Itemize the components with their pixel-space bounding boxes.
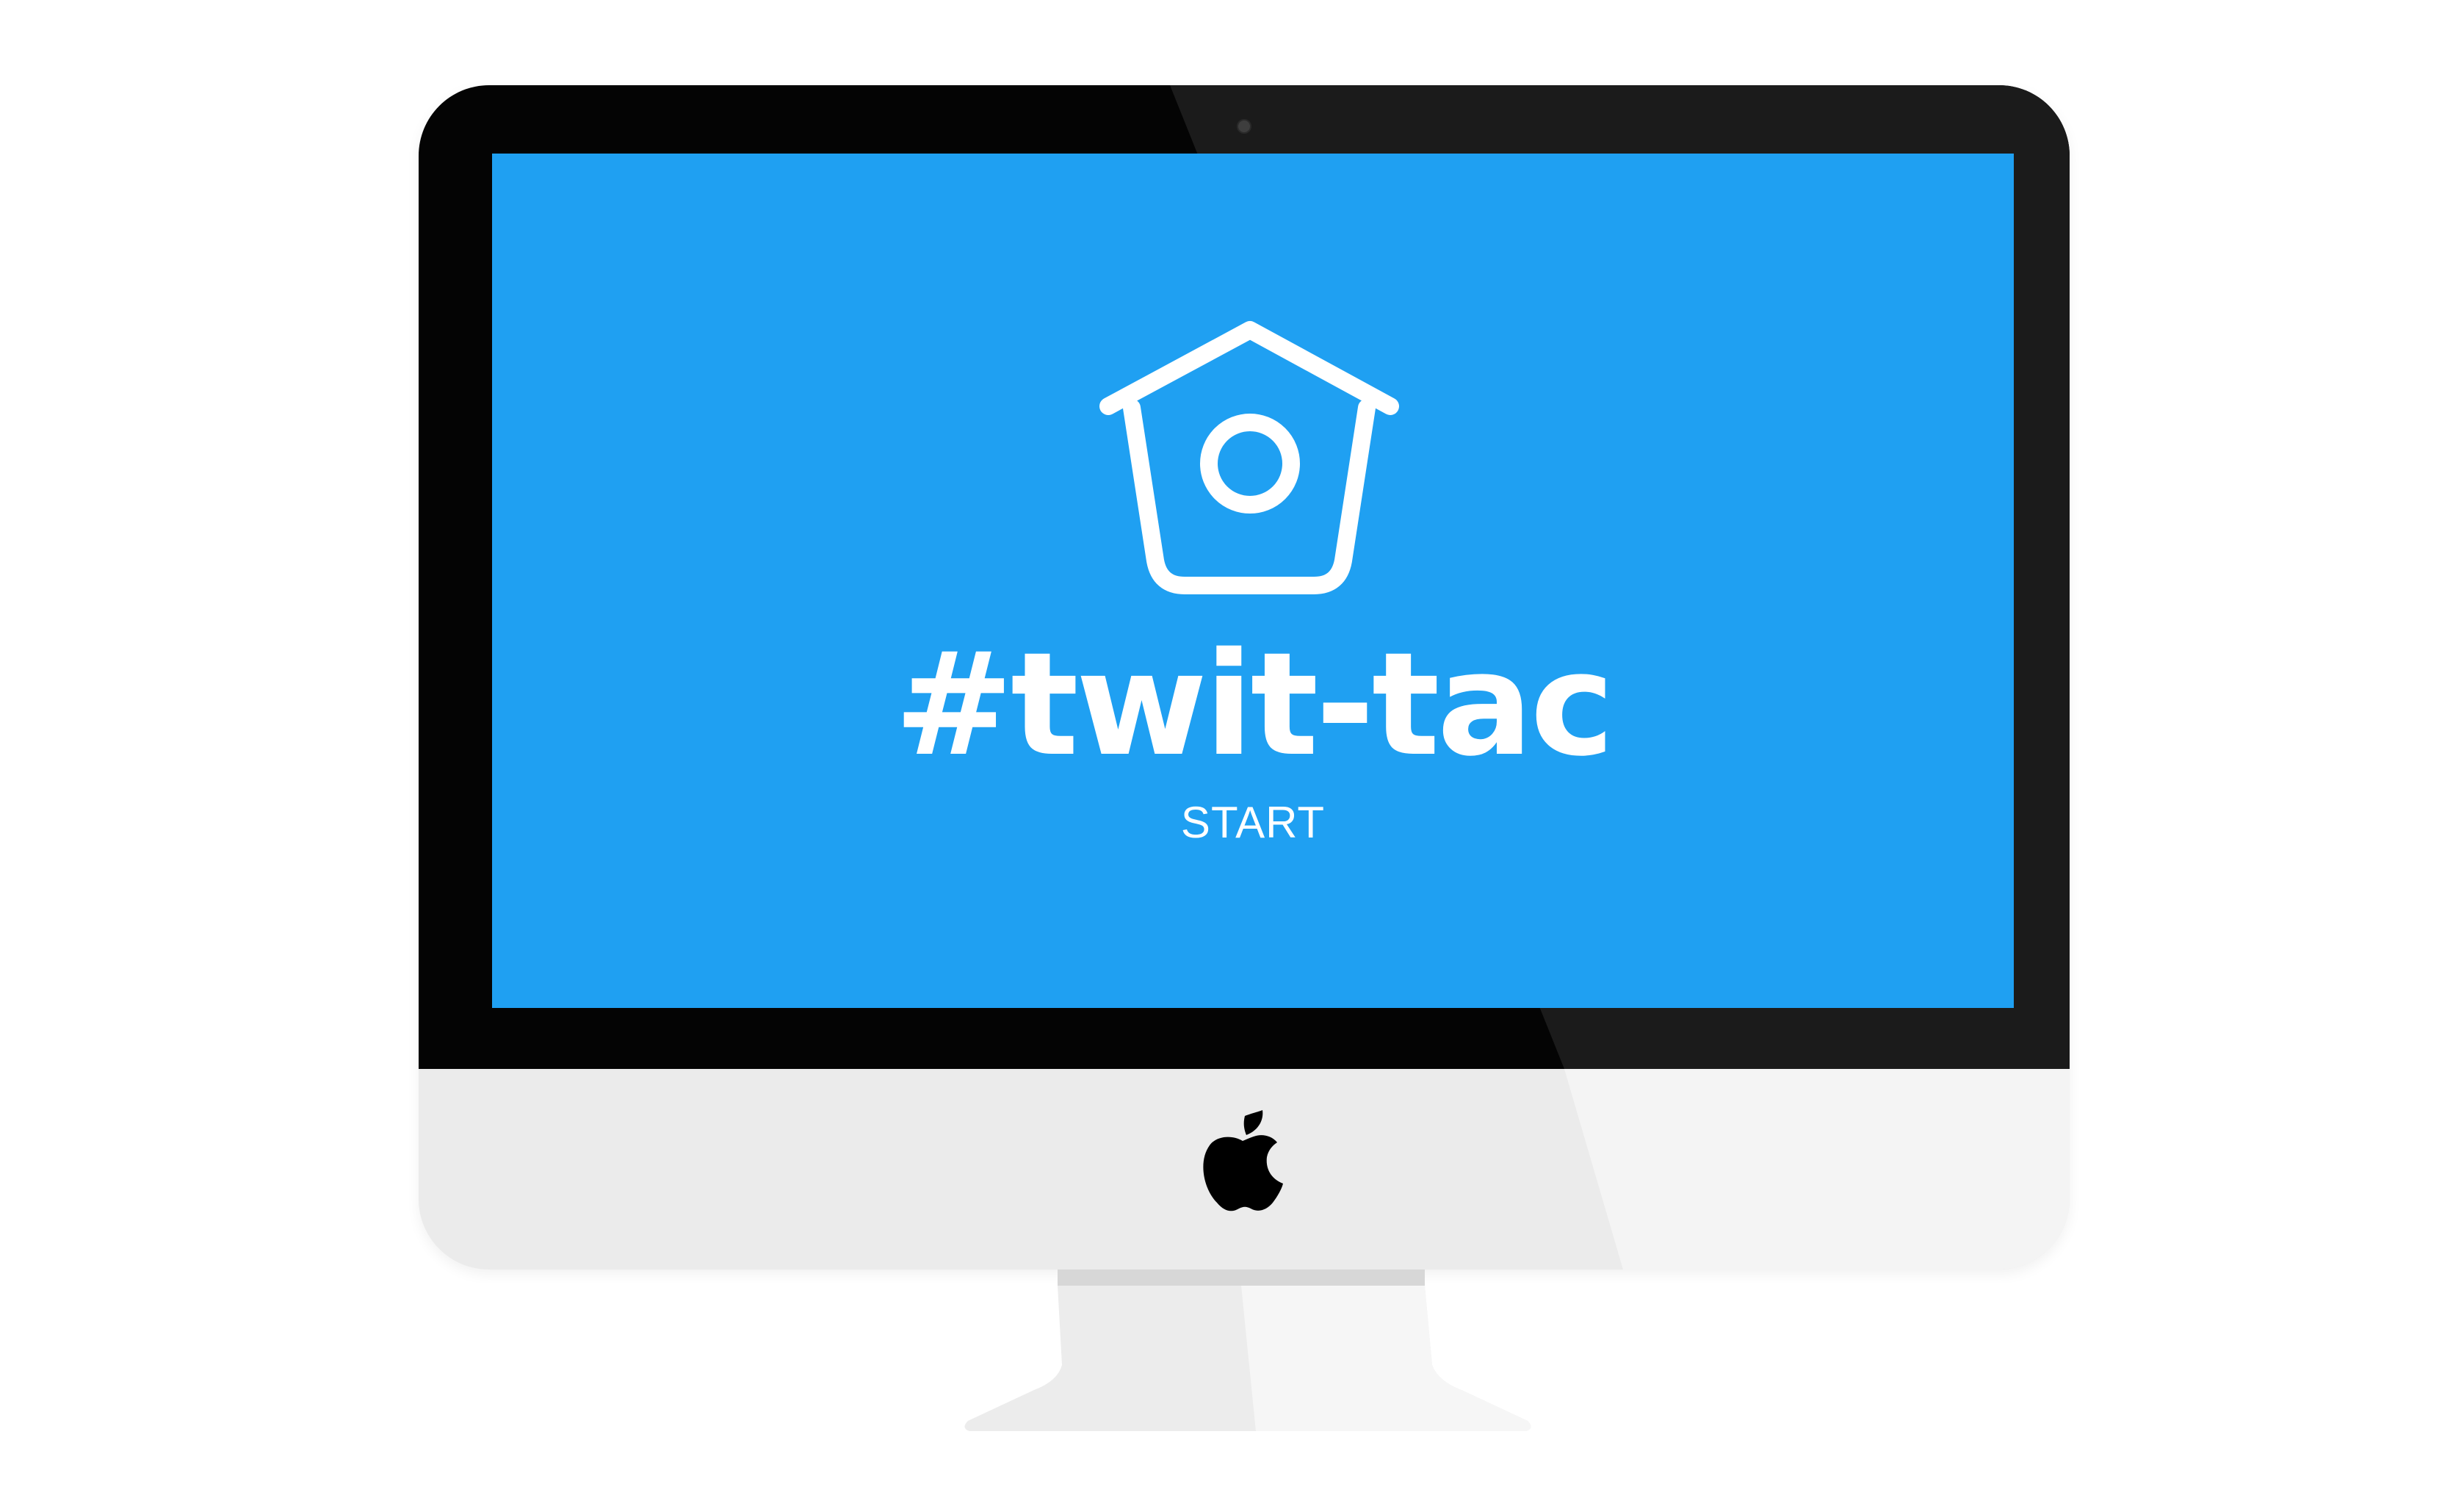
app-screen: #twit-tac START (492, 154, 2014, 1008)
monitor-stand (964, 1269, 1531, 1431)
mockup-stage: #twit-tac START (0, 0, 2464, 1509)
birdhouse-icon (1099, 321, 1399, 594)
imac-monitor: #twit-tac START (419, 85, 2070, 1269)
apple-logo-icon (1203, 1110, 1283, 1211)
camera-icon (1237, 119, 1251, 134)
monitor-chin (419, 1069, 2070, 1269)
monitor-bezel: #twit-tac START (419, 85, 2070, 1069)
start-button[interactable]: START (1143, 793, 1363, 853)
app-title: #twit-tac (894, 622, 1615, 788)
